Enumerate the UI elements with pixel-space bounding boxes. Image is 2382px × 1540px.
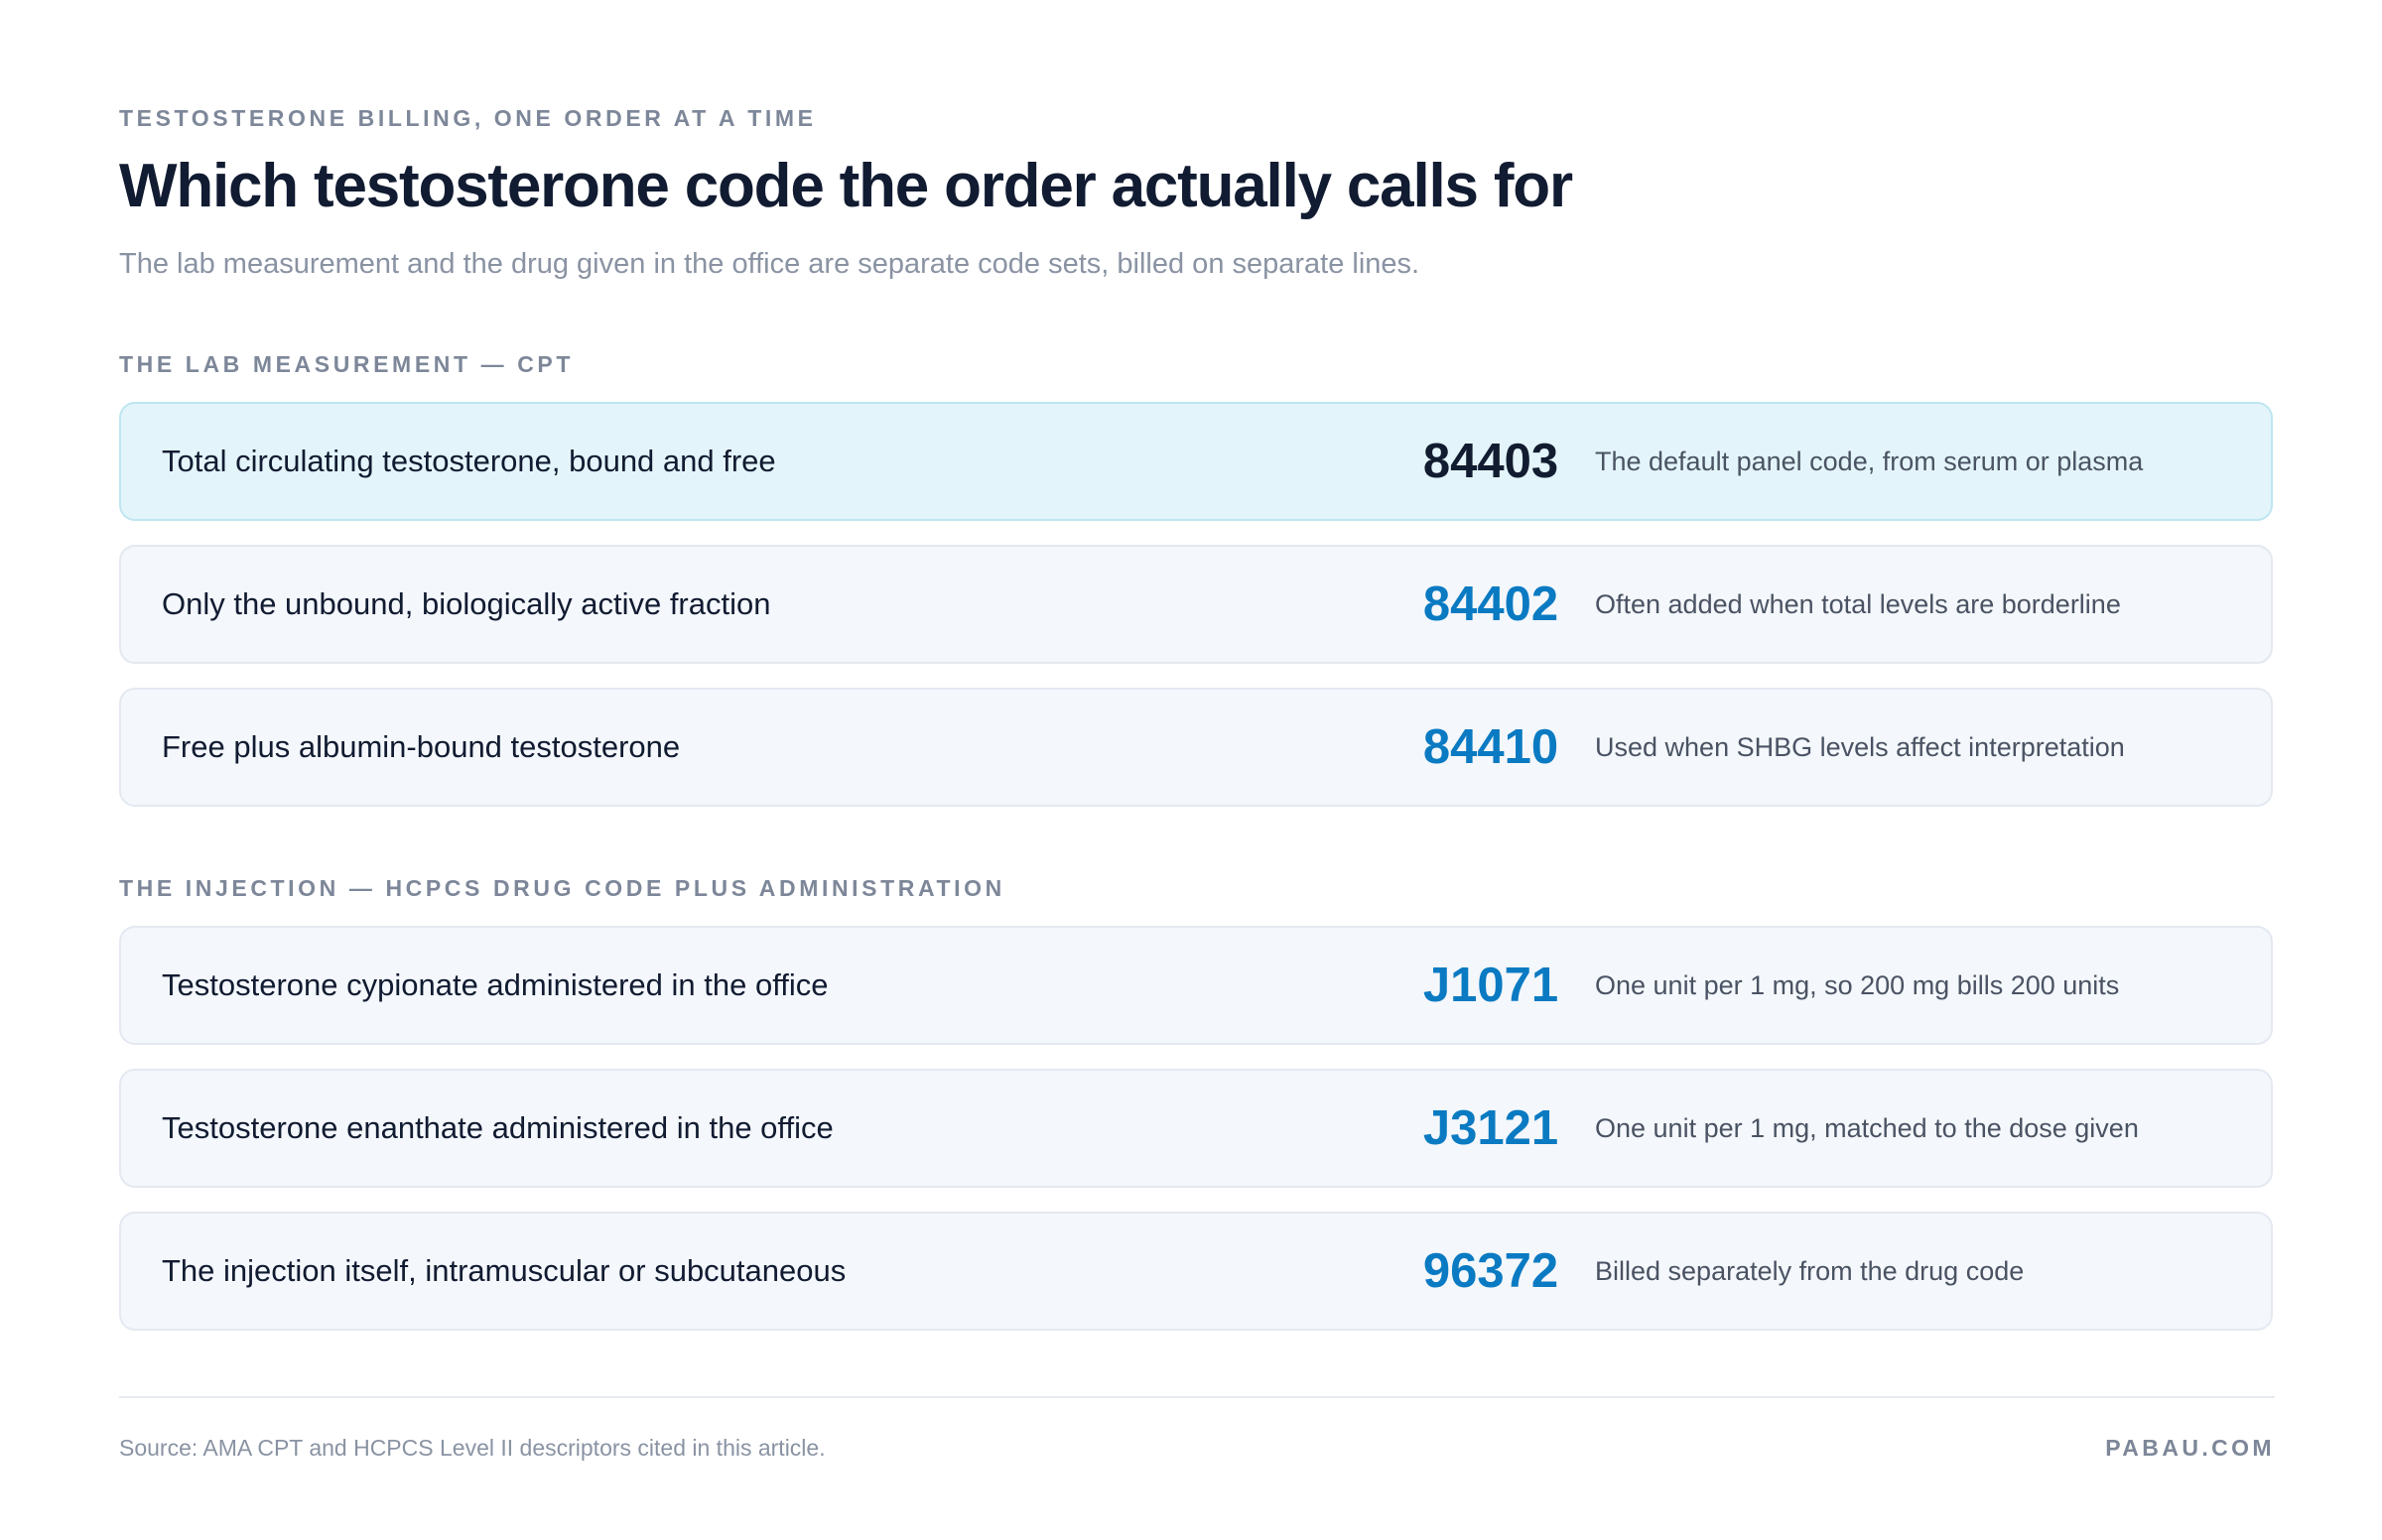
row-note: Often added when total levels are border… bbox=[1595, 589, 2121, 619]
code-row-96372: The injection itself, intramuscular or s… bbox=[119, 1212, 2273, 1331]
row-note: Used when SHBG levels affect interpretat… bbox=[1595, 732, 2125, 762]
row-note: The default panel code, from serum or pl… bbox=[1595, 447, 2144, 476]
row-note: Billed separately from the drug code bbox=[1595, 1256, 2025, 1286]
code-row-j1071: Testosterone cypionate administered in t… bbox=[119, 926, 2273, 1045]
row-code: 84410 bbox=[1422, 720, 1559, 774]
source-citation: Source: AMA CPT and HCPCS Level II descr… bbox=[119, 1435, 826, 1461]
row-description: The injection itself, intramuscular or s… bbox=[162, 1253, 847, 1288]
row-description: Testosterone enanthate administered in t… bbox=[162, 1110, 834, 1145]
code-row-84402: Only the unbound, biologically active fr… bbox=[119, 545, 2273, 664]
row-description: Testosterone cypionate administered in t… bbox=[162, 967, 829, 1002]
code-row-84410: Free plus albumin-bound testosterone 844… bbox=[119, 688, 2273, 807]
row-description: Total circulating testosterone, bound an… bbox=[162, 444, 776, 478]
page-title: Which testosterone code the order actual… bbox=[119, 152, 1573, 220]
row-code: 96372 bbox=[1422, 1244, 1559, 1298]
footer-divider bbox=[119, 1396, 2275, 1398]
row-description: Free plus albumin-bound testosterone bbox=[162, 729, 681, 764]
row-description: Only the unbound, biologically active fr… bbox=[162, 586, 771, 621]
brand-wordmark: PABAU.COM bbox=[2105, 1435, 2275, 1461]
row-note: One unit per 1 mg, matched to the dose g… bbox=[1595, 1113, 2139, 1143]
row-code: J3121 bbox=[1422, 1101, 1559, 1155]
row-code: J1071 bbox=[1422, 959, 1559, 1012]
row-code: 84403 bbox=[1422, 435, 1559, 488]
page-subtitle: The lab measurement and the drug given i… bbox=[119, 248, 1420, 280]
code-row-j3121: Testosterone enanthate administered in t… bbox=[119, 1069, 2273, 1188]
section-label-lab-cpt: THE LAB MEASUREMENT — CPT bbox=[119, 351, 574, 377]
section-label-injection-hcpcs: THE INJECTION — HCPCS DRUG CODE PLUS ADM… bbox=[119, 875, 1005, 901]
eyebrow-label: TESTOSTERONE BILLING, ONE ORDER AT A TIM… bbox=[119, 105, 817, 131]
row-code: 84402 bbox=[1422, 578, 1559, 631]
code-row-84403: Total circulating testosterone, bound an… bbox=[119, 402, 2273, 521]
row-note: One unit per 1 mg, so 200 mg bills 200 u… bbox=[1595, 970, 2120, 1000]
